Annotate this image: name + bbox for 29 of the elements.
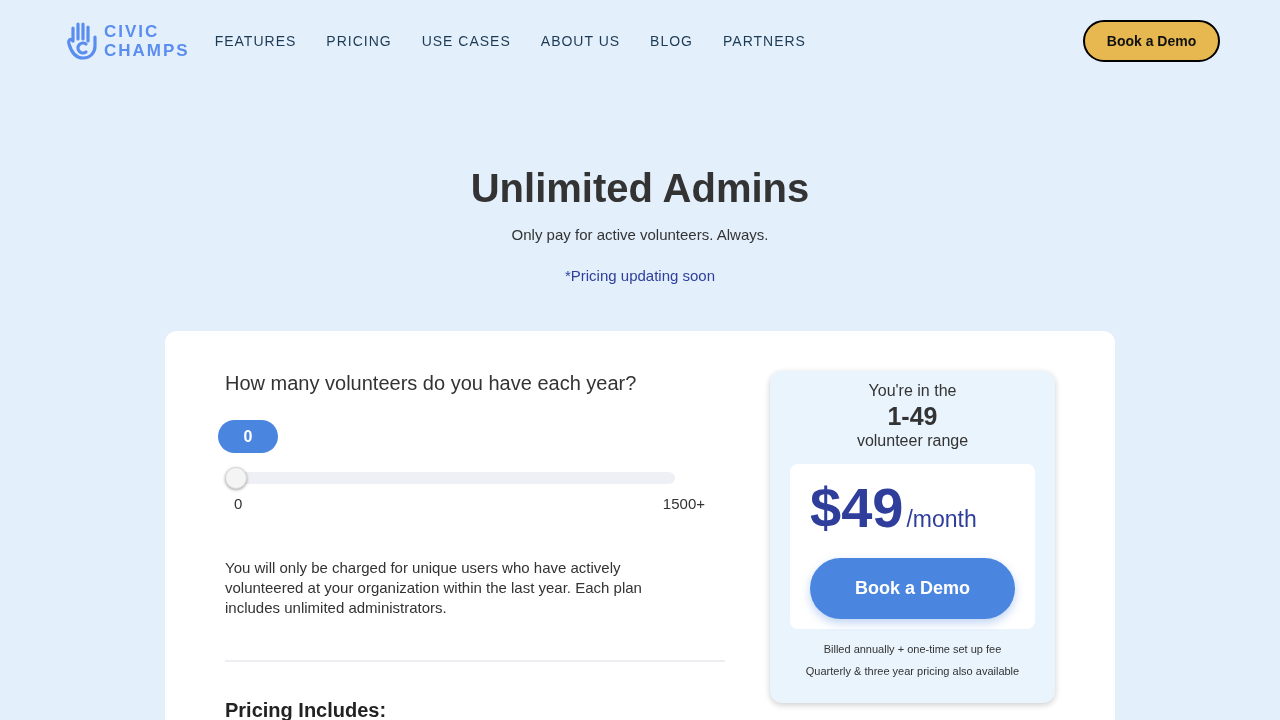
billing-description: You will only be charged for unique users who have actively volunteered at your organization within the last year. Each plan includes unlimited administrators. [225, 557, 643, 618]
logo-text: CIVIC [104, 22, 161, 41]
page-title: Unlimited Admins [470, 165, 810, 212]
section-heading: Pricing Includes: [225, 699, 387, 720]
nav-link[interactable]: ABOUT US [540, 30, 621, 52]
logo-text: CHAMPS [104, 41, 190, 60]
hand-logo-icon [66, 21, 98, 61]
nav-link[interactable]: FEATURES [214, 30, 297, 52]
nav-link[interactable]: BLOG [650, 30, 693, 52]
billing-note: Billed annually + one-time set up fee [823, 642, 1002, 657]
slider-thumb[interactable] [225, 467, 247, 489]
book-demo-button[interactable]: Book a Demo [1083, 20, 1220, 62]
nav-link[interactable]: PARTNERS [723, 30, 806, 52]
range-suffix: volunteer range [856, 431, 969, 451]
slider-value-bubble: 0 [218, 420, 278, 453]
slider-max-label: 1500+ [662, 494, 705, 514]
volunteer-range: 1-49 [887, 401, 938, 431]
subtitle: Only pay for active volunteers. Always. [511, 225, 769, 245]
slider-min-label: 0 [234, 494, 243, 514]
pricing-note: *Pricing updating soon [564, 265, 716, 286]
price-amount: $49 [810, 476, 904, 540]
billing-note: Quarterly & three year pricing also available [805, 664, 1020, 679]
nav-link[interactable]: PRICING [326, 30, 392, 52]
nav-link[interactable]: USE CASES [421, 30, 511, 52]
range-intro: You're in the [868, 381, 957, 401]
book-demo-button[interactable]: Book a Demo [810, 558, 1015, 619]
volunteer-question: How many volunteers do you have each year? [225, 371, 638, 395]
slider-track[interactable] [225, 467, 675, 489]
price-period: /month [906, 505, 977, 534]
